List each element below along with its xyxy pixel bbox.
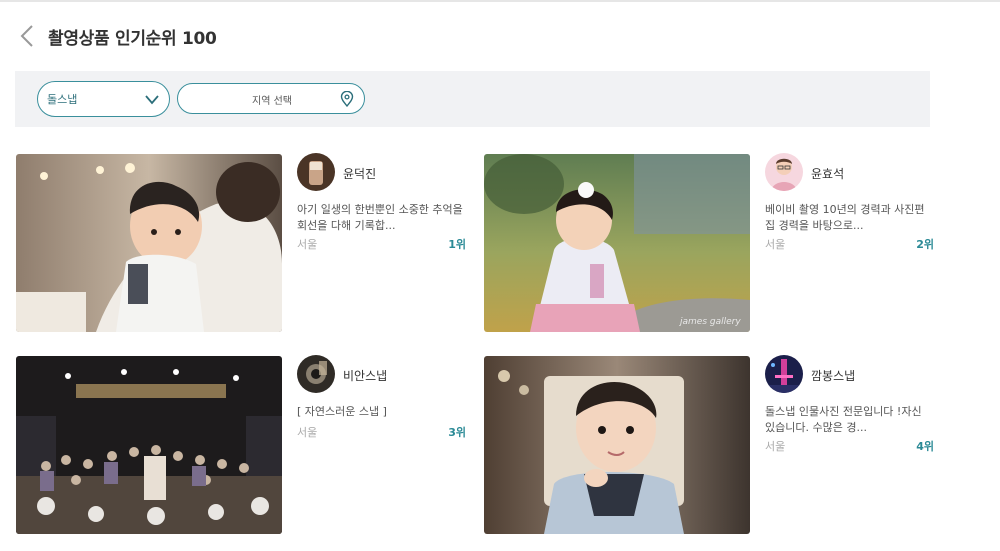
watermark-text: james gallery (678, 317, 741, 327)
product-card[interactable]: james gallery 윤효석 베이비 촬영 10년의 경력과 사진편집 경… (484, 153, 934, 332)
product-photo[interactable] (16, 154, 282, 332)
avatar[interactable] (765, 153, 803, 191)
rank-badge: 2위 (916, 238, 934, 251)
product-location: 서울 (297, 426, 318, 439)
top-divider (0, 0, 1000, 2)
rank-badge: 4위 (916, 440, 934, 453)
photographer-name[interactable]: 윤덕진 (343, 165, 376, 182)
page-title: 촬영상품 인기순위 100 (48, 28, 217, 49)
product-description: 아기 일생의 한번뿐인 소중한 추억을 회선을 다해 기록합... (297, 203, 463, 232)
product-photo[interactable] (16, 356, 282, 534)
region-select-placeholder: 지역 선택 (252, 96, 292, 107)
avatar[interactable] (297, 153, 335, 191)
filter-bar: 돌스냅 지역 선택 (15, 71, 930, 127)
photographer-name[interactable]: 윤효석 (811, 165, 844, 182)
product-photo[interactable] (484, 356, 750, 534)
region-select[interactable]: 지역 선택 (177, 83, 365, 114)
category-select-value: 돌스냅 (47, 93, 78, 106)
chevron-left-icon (20, 25, 33, 47)
rank-badge: 1위 (448, 238, 466, 251)
product-location: 서울 (297, 238, 318, 251)
product-description: 베이비 촬영 10년의 경력과 사진편집 경력을 바탕으로... (765, 203, 925, 232)
product-card[interactable]: 비안스냅 [ 자연스러운 스냅 ] 서울 3위 (16, 355, 466, 534)
avatar[interactable] (765, 355, 803, 393)
chevron-down-icon (145, 95, 159, 105)
page-header: 촬영상품 인기순위 100 (16, 22, 217, 50)
product-photo[interactable]: james gallery (484, 154, 750, 332)
rank-badge: 3위 (448, 426, 466, 439)
back-button[interactable] (16, 23, 38, 49)
product-location: 서울 (765, 238, 786, 251)
category-select[interactable]: 돌스냅 (37, 81, 170, 117)
product-location: 서울 (765, 440, 786, 453)
avatar[interactable] (297, 355, 335, 393)
map-pin-icon (340, 91, 354, 107)
product-description: 돌스냅 인물사진 전문입니다 !자신 있습니다. 수많은 경... (765, 405, 922, 434)
product-description: [ 자연스러운 스냅 ] (297, 405, 387, 418)
product-card[interactable]: 윤덕진 아기 일생의 한번뿐인 소중한 추억을 회선을 다해 기록합... 서울… (16, 153, 466, 332)
photographer-name[interactable]: 비안스냅 (343, 367, 387, 384)
product-card[interactable]: 깜봉스냅 돌스냅 인물사진 전문입니다 !자신 있습니다. 수많은 경... 서… (484, 355, 934, 534)
photographer-name[interactable]: 깜봉스냅 (811, 367, 855, 384)
